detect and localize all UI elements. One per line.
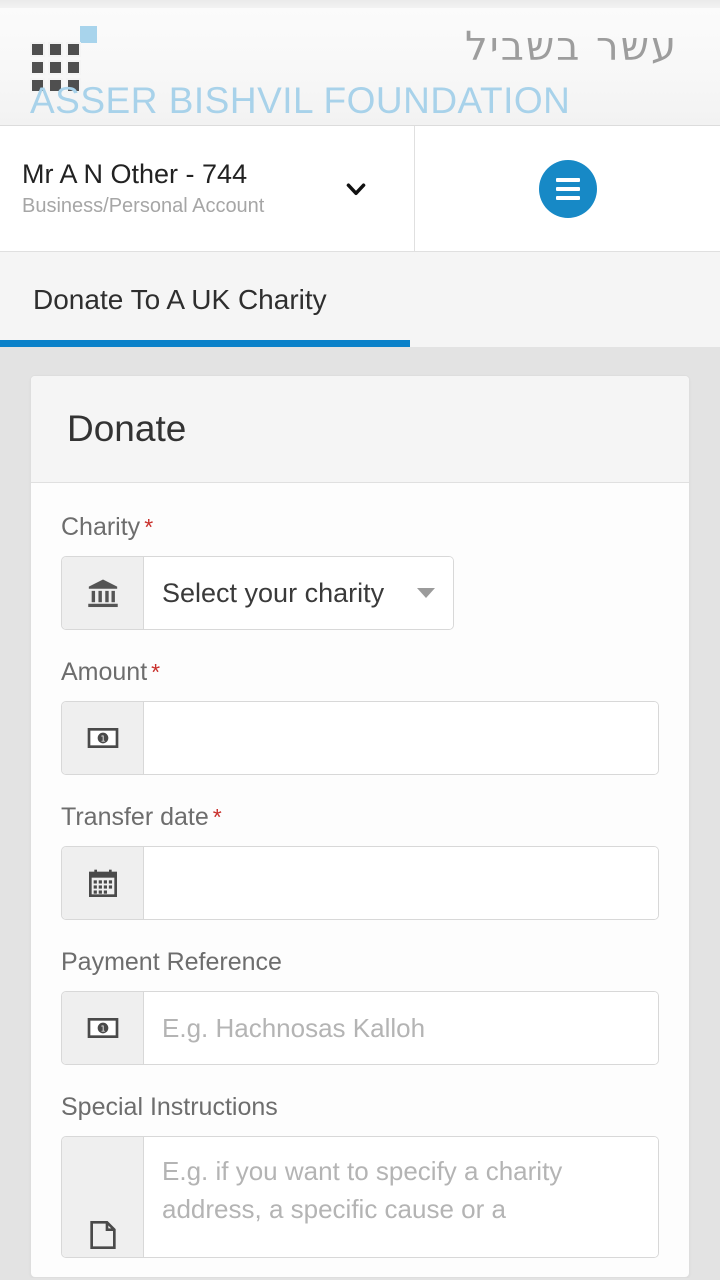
field-special-instructions: Special Instructions — [61, 1093, 659, 1258]
logo-cell — [48, 60, 63, 75]
card-header: Donate — [31, 376, 689, 483]
tab-active-underline — [0, 340, 410, 347]
banknote-icon: 1 — [62, 702, 144, 774]
charity-select-group[interactable]: Select your charity — [61, 556, 454, 630]
banknote-icon: 1 — [62, 992, 144, 1064]
charity-select[interactable]: Select your charity — [144, 557, 453, 629]
hamburger-menu-icon — [555, 195, 580, 200]
logo-cell — [48, 42, 63, 57]
page-body: Donate Charity * Select your charity Amo… — [0, 347, 720, 1278]
page-title: Donate — [67, 408, 187, 449]
account-selector[interactable]: Mr A N Other - 744 Business/Personal Acc… — [0, 126, 415, 251]
field-label-text: Charity — [61, 513, 141, 541]
brand-hebrew-name: עשר בשביל — [465, 24, 678, 70]
required-asterisk: * — [151, 659, 161, 685]
hamburger-menu-button[interactable] — [538, 159, 597, 218]
account-bar: Mr A N Other - 744 Business/Personal Acc… — [0, 126, 720, 252]
chevron-down-icon — [343, 176, 369, 202]
charity-select-value: Select your charity — [162, 577, 385, 608]
field-label-amount: Amount * — [61, 658, 659, 687]
tab-label: Donate To A UK Charity — [33, 283, 327, 315]
amount-input-group: 1 — [61, 701, 659, 775]
donate-form: Charity * Select your charity Amount * 1… — [31, 483, 689, 1258]
svg-text:1: 1 — [100, 734, 105, 743]
transfer-date-input-group — [61, 846, 659, 920]
field-label-text: Amount — [61, 658, 148, 686]
brand-header: עשר בשביל ASSER BISHVIL FOUNDATION — [0, 8, 720, 126]
logo-cell — [66, 42, 81, 57]
field-charity: Charity * Select your charity — [61, 513, 659, 630]
field-label-special-instructions: Special Instructions — [61, 1093, 278, 1121]
field-transfer-date: Transfer date * — [61, 803, 659, 920]
caret-down-icon — [417, 588, 435, 598]
top-strip — [0, 0, 720, 8]
amount-input[interactable] — [144, 702, 658, 774]
menu-zone — [415, 126, 720, 251]
required-asterisk: * — [144, 514, 154, 540]
hamburger-menu-icon — [555, 177, 580, 182]
brand-wordmark: ASSER BISHVIL FOUNDATION — [30, 80, 571, 121]
tab-bar: Donate To A UK Charity — [0, 252, 720, 347]
special-instructions-input-group — [61, 1136, 659, 1258]
field-amount: Amount * 1 — [61, 658, 659, 775]
required-asterisk: * — [212, 804, 222, 830]
field-label-charity: Charity * — [61, 513, 659, 542]
bank-institution-icon — [62, 557, 144, 629]
note-document-icon — [62, 1137, 144, 1257]
logo-cell — [30, 42, 45, 57]
field-payment-reference: Payment Reference 1 — [61, 948, 659, 1065]
field-label-text: Transfer date — [61, 803, 209, 831]
logo-cell — [30, 60, 45, 75]
hamburger-menu-icon — [555, 186, 580, 191]
svg-text:1: 1 — [100, 1024, 105, 1033]
logo-cell — [66, 60, 81, 75]
donate-card: Donate Charity * Select your charity Amo… — [30, 375, 690, 1278]
payment-reference-input[interactable] — [144, 992, 658, 1064]
logo-accent-square — [80, 26, 97, 43]
tab-bar-filler — [410, 252, 720, 347]
transfer-date-input[interactable] — [144, 847, 658, 919]
special-instructions-textarea[interactable] — [144, 1137, 658, 1257]
payment-reference-input-group: 1 — [61, 991, 659, 1065]
tab-donate-to-a-uk-charity[interactable]: Donate To A UK Charity — [0, 252, 410, 347]
calendar-icon — [62, 847, 144, 919]
field-label-payment-reference: Payment Reference — [61, 948, 282, 976]
grid-squares-logo-icon — [30, 26, 97, 93]
field-label-transfer-date: Transfer date * — [61, 803, 659, 832]
